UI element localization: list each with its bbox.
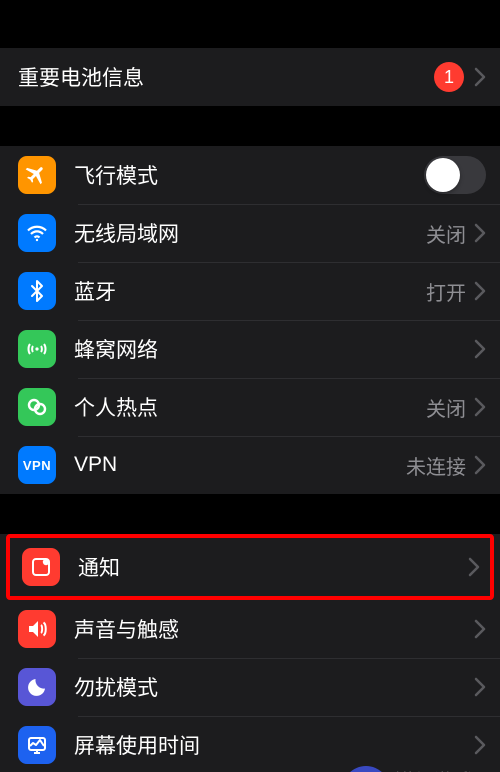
row-vpn[interactable]: VPN VPN 未连接 bbox=[0, 436, 500, 494]
highlight-box: 通知 bbox=[6, 534, 494, 600]
chevron-right-icon bbox=[474, 735, 486, 755]
vpn-icon: VPN bbox=[18, 446, 56, 484]
bluetooth-value: 打开 bbox=[426, 277, 466, 306]
chevron-right-icon bbox=[474, 339, 486, 359]
row-bluetooth[interactable]: 蓝牙 打开 bbox=[0, 262, 500, 320]
notifications-icon bbox=[22, 548, 60, 586]
row-dnd[interactable]: 勿扰模式 bbox=[0, 658, 500, 716]
vpn-value: 未连接 bbox=[406, 451, 466, 480]
row-airplane-mode[interactable]: 飞行模式 bbox=[0, 146, 500, 204]
hotspot-label: 个人热点 bbox=[74, 392, 426, 422]
chevron-right-icon bbox=[474, 677, 486, 697]
row-screentime[interactable]: 屏幕使用时间 bbox=[0, 716, 500, 772]
cellular-icon bbox=[18, 330, 56, 368]
wifi-icon bbox=[18, 214, 56, 252]
row-wifi[interactable]: 无线局域网 关闭 bbox=[0, 204, 500, 262]
row-notifications[interactable]: 通知 bbox=[10, 538, 490, 596]
notifications-label: 通知 bbox=[78, 552, 468, 582]
airplane-label: 飞行模式 bbox=[74, 160, 424, 190]
wifi-value: 关闭 bbox=[426, 219, 466, 248]
watermark-logo-icon bbox=[342, 766, 390, 772]
chevron-right-icon bbox=[474, 67, 486, 87]
bluetooth-icon bbox=[18, 272, 56, 310]
cellular-label: 蜂窝网络 bbox=[74, 334, 474, 364]
group-battery: 重要电池信息 1 bbox=[0, 48, 500, 106]
chevron-right-icon bbox=[474, 223, 486, 243]
vpn-label: VPN bbox=[74, 453, 406, 477]
row-hotspot[interactable]: 个人热点 关闭 bbox=[0, 378, 500, 436]
sounds-label: 声音与触感 bbox=[74, 614, 474, 644]
bluetooth-label: 蓝牙 bbox=[74, 276, 426, 306]
hotspot-value: 关闭 bbox=[426, 393, 466, 422]
sounds-icon bbox=[18, 610, 56, 648]
chevron-right-icon bbox=[468, 557, 480, 577]
screentime-icon bbox=[18, 726, 56, 764]
screentime-label: 屏幕使用时间 bbox=[74, 730, 474, 760]
row-cellular[interactable]: 蜂窝网络 bbox=[0, 320, 500, 378]
airplane-icon bbox=[18, 156, 56, 194]
watermark: 锐得游戏网 www.ytruida.com bbox=[342, 766, 494, 772]
dnd-label: 勿扰模式 bbox=[74, 672, 474, 702]
dnd-icon bbox=[18, 668, 56, 706]
badge-count: 1 bbox=[434, 62, 464, 92]
chevron-right-icon bbox=[474, 397, 486, 417]
chevron-right-icon bbox=[474, 455, 486, 475]
airplane-toggle[interactable] bbox=[424, 156, 486, 194]
group-connectivity: 飞行模式 无线局域网 关闭 蓝牙 打开 bbox=[0, 146, 500, 494]
row-battery-info[interactable]: 重要电池信息 1 bbox=[0, 48, 500, 106]
chevron-right-icon bbox=[474, 619, 486, 639]
chevron-right-icon bbox=[474, 281, 486, 301]
wifi-label: 无线局域网 bbox=[74, 218, 426, 248]
group-system: 通知 声音与触感 勿扰模式 bbox=[0, 534, 500, 772]
hotspot-icon bbox=[18, 388, 56, 426]
battery-info-label: 重要电池信息 bbox=[18, 62, 434, 92]
row-sounds[interactable]: 声音与触感 bbox=[0, 600, 500, 658]
